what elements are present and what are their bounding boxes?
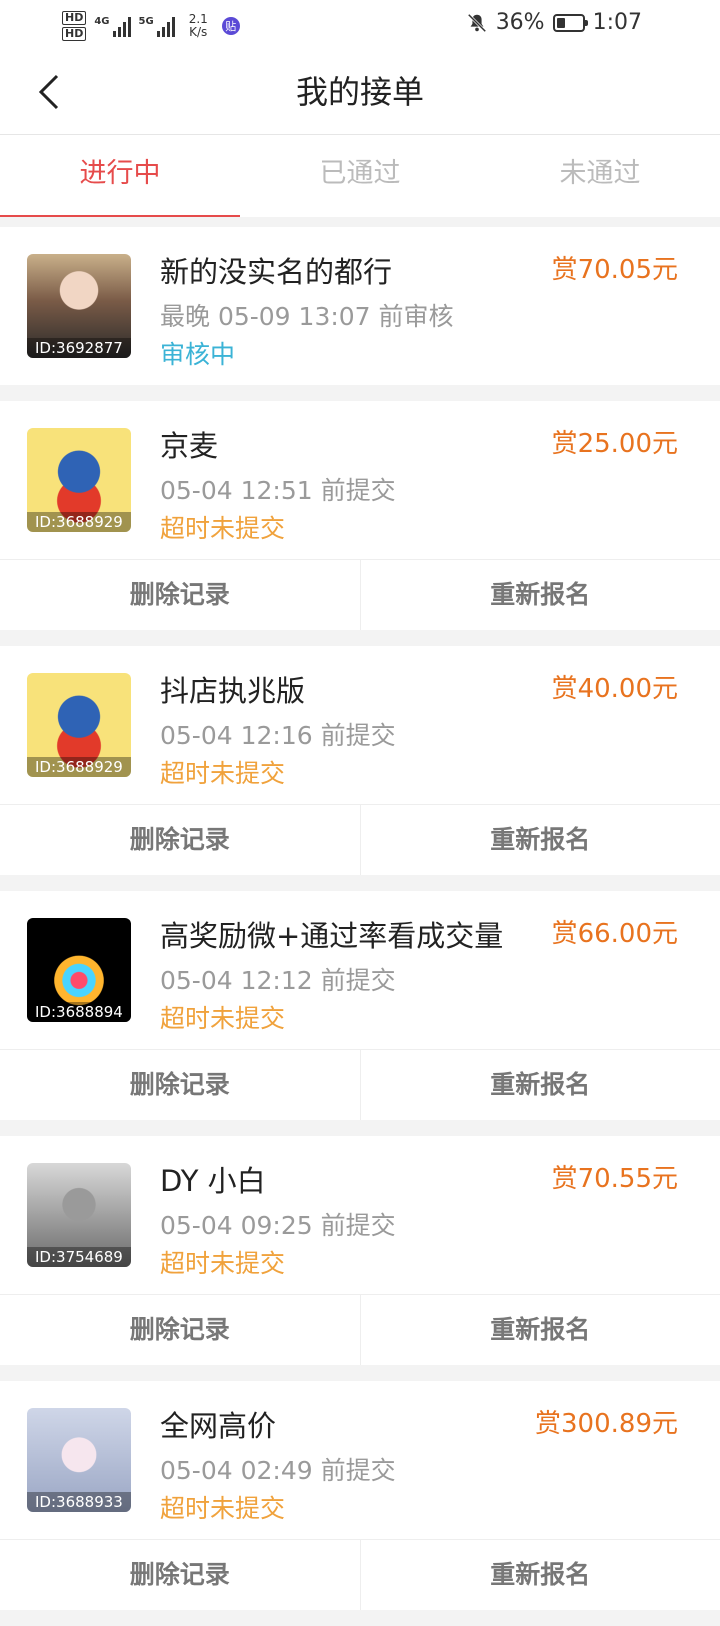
avatar: ID:3688933 — [27, 1408, 131, 1512]
tab-approved[interactable]: 已通过 — [240, 135, 480, 217]
network-speed: 2.1 K/s — [189, 13, 208, 39]
order-id: ID:3688933 — [27, 1492, 131, 1512]
order-actions: 删除记录 重新报名 — [0, 804, 720, 875]
order-deadline: 05-04 02:49 前提交 — [160, 1451, 396, 1487]
delete-record-button[interactable]: 删除记录 — [0, 1050, 360, 1120]
speed-unit: K/s — [189, 26, 208, 39]
status-bar: HD HD 4G 5G 2.1 K/s 贴 36% 1:07 — [0, 0, 720, 50]
reward-amount: 赏70.55元 — [552, 1158, 678, 1195]
delete-record-button[interactable]: 删除记录 — [0, 1295, 360, 1365]
order-summary[interactable]: ID:3688933 全网高价 05-04 02:49 前提交 超时未提交 赏3… — [0, 1381, 720, 1539]
order-title: DY 小白 — [160, 1158, 266, 1200]
reward-amount: 赏300.89元 — [535, 1403, 678, 1440]
order-id: ID:3688894 — [27, 1002, 131, 1022]
order-summary[interactable]: ID:3754689 DY 小白 05-04 09:25 前提交 超时未提交 赏… — [0, 1136, 720, 1294]
app-notification-icon: 贴 — [222, 17, 240, 35]
network-type-2: 5G — [139, 17, 154, 27]
app-header: 我的接单 — [0, 50, 720, 135]
avatar: ID:3688929 — [27, 428, 131, 532]
order-title: 全网高价 — [160, 1403, 276, 1445]
avatar: ID:3754689 — [27, 1163, 131, 1267]
battery-level — [557, 18, 566, 28]
order-list: ID:3692877 新的没实名的都行 最晚 05-09 13:07 前审核 审… — [0, 227, 720, 1626]
reward-amount: 赏25.00元 — [552, 423, 678, 460]
order-deadline: 最晚 05-09 13:07 前审核 — [160, 297, 454, 333]
order-actions: 删除记录 重新报名 — [0, 559, 720, 630]
signal-2-icon: 5G — [139, 15, 175, 37]
status-badge: 超时未提交 — [160, 509, 285, 545]
order-deadline: 05-04 12:51 前提交 — [160, 471, 396, 507]
status-badge: 超时未提交 — [160, 1489, 285, 1525]
order-deadline: 05-04 12:12 前提交 — [160, 961, 396, 997]
avatar: ID:3688929 — [27, 673, 131, 777]
back-button[interactable] — [28, 70, 68, 114]
order-actions: 删除记录 重新报名 — [0, 1294, 720, 1365]
re-register-button[interactable]: 重新报名 — [360, 805, 720, 875]
avatar: ID:3688894 — [27, 918, 131, 1022]
order-deadline: 05-04 12:16 前提交 — [160, 716, 396, 752]
reward-amount: 赏66.00元 — [552, 913, 678, 950]
order-actions: 删除记录 重新报名 — [0, 1049, 720, 1120]
battery-percent: 36% — [496, 10, 545, 35]
page-title: 我的接单 — [0, 50, 720, 134]
order-card: ID:3688929 抖店执兆版 05-04 12:16 前提交 超时未提交 赏… — [0, 646, 720, 875]
hd-indicators: HD HD — [62, 11, 86, 41]
clock: 1:07 — [593, 10, 642, 35]
status-badge: 审核中 — [160, 335, 235, 371]
tab-rejected[interactable]: 未通过 — [480, 135, 720, 217]
order-id: ID:3692877 — [27, 338, 131, 358]
hd-badge-1: HD — [62, 11, 86, 25]
order-title: 新的没实名的都行 — [160, 249, 392, 291]
order-id: ID:3688929 — [27, 512, 131, 532]
order-actions: 删除记录 重新报名 — [0, 1539, 720, 1610]
muted-bell-icon — [466, 12, 488, 34]
chevron-left-icon — [35, 72, 61, 112]
order-card: ID:3688929 京麦 05-04 12:51 前提交 超时未提交 赏25.… — [0, 401, 720, 630]
re-register-button[interactable]: 重新报名 — [360, 560, 720, 630]
reward-amount: 赏40.00元 — [552, 668, 678, 705]
delete-record-button[interactable]: 删除记录 — [0, 560, 360, 630]
order-title: 高奖励微+通过率看成交量 — [160, 913, 503, 955]
order-summary[interactable]: ID:3688929 抖店执兆版 05-04 12:16 前提交 超时未提交 赏… — [0, 646, 720, 804]
hd-badge-2: HD — [62, 27, 86, 41]
network-type-1: 4G — [94, 17, 109, 27]
avatar: ID:3692877 — [27, 254, 131, 358]
tab-bar: 进行中 已通过 未通过 — [0, 135, 720, 217]
tab-in-progress[interactable]: 进行中 — [0, 135, 240, 217]
order-card: ID:3692877 新的没实名的都行 最晚 05-09 13:07 前审核 审… — [0, 227, 720, 385]
status-badge: 超时未提交 — [160, 754, 285, 790]
delete-record-button[interactable]: 删除记录 — [0, 805, 360, 875]
order-summary[interactable]: ID:3688929 京麦 05-04 12:51 前提交 超时未提交 赏25.… — [0, 401, 720, 559]
order-title: 抖店执兆版 — [160, 668, 305, 710]
order-summary[interactable]: ID:3688894 高奖励微+通过率看成交量 05-04 12:12 前提交 … — [0, 891, 720, 1049]
order-deadline: 05-04 09:25 前提交 — [160, 1206, 396, 1242]
order-summary[interactable]: ID:3692877 新的没实名的都行 最晚 05-09 13:07 前审核 审… — [0, 227, 720, 385]
status-badge: 超时未提交 — [160, 1244, 285, 1280]
order-card: ID:3688894 高奖励微+通过率看成交量 05-04 12:12 前提交 … — [0, 891, 720, 1120]
order-card: ID:3688933 全网高价 05-04 02:49 前提交 超时未提交 赏3… — [0, 1381, 720, 1610]
order-id: ID:3688929 — [27, 757, 131, 777]
reward-amount: 赏70.05元 — [552, 249, 678, 286]
re-register-button[interactable]: 重新报名 — [360, 1295, 720, 1365]
re-register-button[interactable]: 重新报名 — [360, 1050, 720, 1120]
battery-icon — [553, 14, 585, 32]
status-badge: 超时未提交 — [160, 999, 285, 1035]
order-id: ID:3754689 — [27, 1247, 131, 1267]
order-card: ID:3754689 DY 小白 05-04 09:25 前提交 超时未提交 赏… — [0, 1136, 720, 1365]
order-title: 京麦 — [160, 423, 218, 465]
signal-1-icon: 4G — [94, 15, 130, 37]
